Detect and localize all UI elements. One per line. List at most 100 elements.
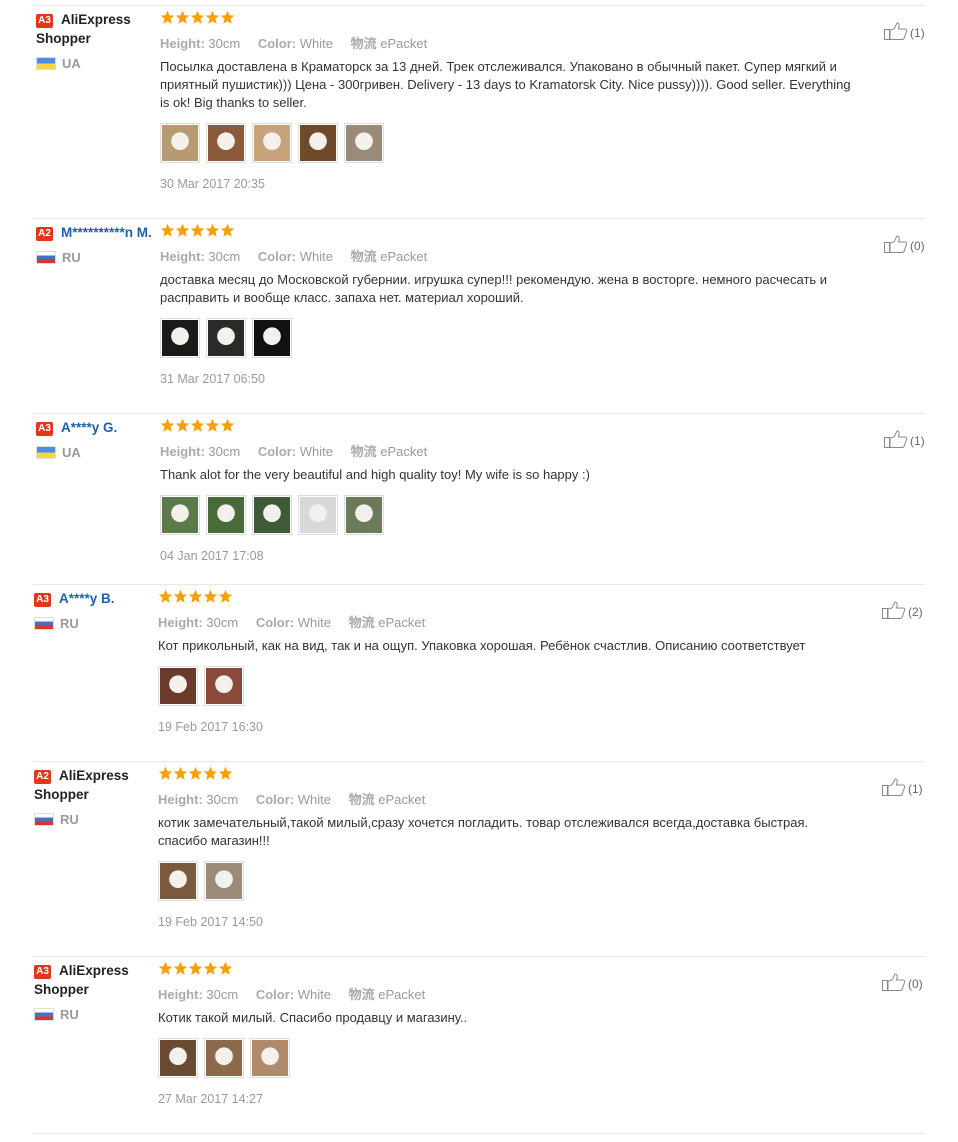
review-item: A2 AliExpress Shopper RU Height: 30cm Col…	[0, 766, 958, 957]
helpful-count: (1)	[908, 781, 923, 796]
review-date: 27 Mar 2017 14:27	[158, 1092, 263, 1106]
helpful-button[interactable]: (0)	[882, 973, 923, 994]
review-photo-thumbnail[interactable]	[252, 123, 292, 163]
helpful-count: (1)	[910, 433, 925, 448]
reviewer-name[interactable]: A3 AliExpress Shopper	[36, 10, 156, 48]
star-icon	[218, 961, 233, 977]
height-value: 30cm	[208, 36, 241, 51]
review-divider	[33, 584, 925, 585]
review-photo-thumbnail[interactable]	[160, 123, 200, 163]
review-photo-thumbnail[interactable]	[298, 495, 338, 535]
reviewer-info: A3 A****y B. RU	[34, 589, 154, 631]
star-icon	[203, 766, 218, 782]
review-photos	[160, 318, 860, 358]
review-photo-thumbnail[interactable]	[206, 123, 246, 163]
star-icon	[173, 961, 188, 977]
country-flag-icon	[36, 251, 56, 264]
reviewer-country: RU	[34, 616, 154, 631]
helpful-button[interactable]: (1)	[884, 430, 925, 451]
review-divider	[33, 218, 925, 219]
helpful-button[interactable]: (1)	[884, 22, 925, 43]
buyer-level-badge: A3	[36, 422, 53, 436]
helpful-button[interactable]: (1)	[882, 778, 923, 799]
review-photo-thumbnail[interactable]	[252, 318, 292, 358]
color-value: White	[299, 444, 333, 459]
height-value: 30cm	[206, 987, 239, 1002]
star-rating	[160, 418, 860, 434]
review-photo-thumbnail[interactable]	[158, 861, 198, 901]
star-icon	[188, 961, 203, 977]
reviewer-name-text: M**********n M.	[61, 225, 152, 240]
star-icon	[160, 10, 175, 26]
shipping-label: 物流	[350, 249, 377, 264]
reviewer-name[interactable]: A3 A****y G.	[36, 418, 156, 437]
review-photo-thumbnail[interactable]	[250, 1038, 290, 1078]
review-photos	[158, 1038, 858, 1078]
reviewer-name[interactable]: A3 AliExpress Shopper	[34, 961, 154, 999]
review-photo-thumbnail[interactable]	[252, 495, 292, 535]
thumbs-up-icon	[884, 235, 910, 256]
shipping-value: ePacket	[378, 792, 426, 807]
review-item: A3 AliExpress Shopper RU Height: 30cm Col…	[0, 961, 958, 1134]
reviewer-info: A2 AliExpress Shopper RU	[34, 766, 154, 827]
helpful-button[interactable]: (2)	[882, 601, 923, 622]
star-icon	[220, 223, 235, 239]
shipping-value: ePacket	[380, 36, 428, 51]
review-text: Thank alot for the very beautiful and hi…	[160, 467, 590, 482]
thumbs-up-icon	[882, 778, 908, 799]
review-photo-thumbnail[interactable]	[158, 1038, 198, 1078]
country-code: RU	[60, 1007, 79, 1022]
star-icon	[188, 589, 203, 605]
star-icon	[188, 766, 203, 782]
reviewer-name[interactable]: A2 AliExpress Shopper	[34, 766, 154, 804]
review-photo-thumbnail[interactable]	[206, 318, 246, 358]
star-icon	[158, 589, 173, 605]
shipping-value: ePacket	[378, 615, 426, 630]
review-photo-thumbnail[interactable]	[160, 495, 200, 535]
reviewer-country: RU	[34, 1007, 154, 1022]
star-icon	[218, 589, 233, 605]
review-photo-thumbnail[interactable]	[298, 123, 338, 163]
country-code: UA	[62, 56, 81, 71]
review-photo-thumbnail[interactable]	[160, 318, 200, 358]
shipping-label: 物流	[350, 36, 377, 51]
color-label: Color:	[257, 444, 297, 459]
review-photos	[158, 666, 858, 706]
reviewer-info: A3 AliExpress Shopper UA	[36, 10, 156, 71]
review-photo-thumbnail[interactable]	[206, 495, 246, 535]
review-photo-thumbnail[interactable]	[344, 495, 384, 535]
star-icon	[190, 10, 205, 26]
reviewer-info: A3 AliExpress Shopper RU	[34, 961, 154, 1022]
star-icon	[205, 223, 220, 239]
order-attributes: Height: 30cm Color: White 物流 ePacket	[160, 33, 860, 51]
buyer-level-badge: A3	[34, 965, 51, 979]
buyer-level-badge: A2	[36, 227, 53, 241]
reviewer-name-text: A****y G.	[61, 420, 118, 435]
star-rating	[160, 223, 860, 239]
country-code: RU	[60, 616, 79, 631]
color-label: Color:	[255, 615, 295, 630]
review-photo-thumbnail[interactable]	[344, 123, 384, 163]
shipping-value: ePacket	[380, 249, 428, 264]
review-divider	[33, 761, 925, 762]
review-date: 04 Jan 2017 17:08	[160, 549, 264, 563]
review-content: Height: 30cm Color: White 物流 ePacket Пос…	[160, 10, 860, 191]
reviewer-name[interactable]: A3 A****y B.	[34, 589, 154, 608]
star-icon	[205, 418, 220, 434]
review-text: Котик такой милый. Спасибо продавцу и ма…	[158, 1010, 468, 1025]
review-photo-thumbnail[interactable]	[158, 666, 198, 706]
star-rating	[158, 589, 858, 605]
shipping-label: 物流	[348, 792, 375, 807]
review-photo-thumbnail[interactable]	[204, 861, 244, 901]
shipping-value: ePacket	[380, 444, 428, 459]
reviewer-name[interactable]: A2 M**********n M.	[36, 223, 156, 242]
height-label: Height:	[160, 249, 205, 264]
helpful-count: (2)	[908, 604, 923, 619]
review-text: котик замечательный,такой милый,сразу хо…	[158, 815, 809, 848]
color-value: White	[299, 249, 333, 264]
review-content: Height: 30cm Color: White 物流 ePacket дос…	[160, 223, 860, 386]
review-photo-thumbnail[interactable]	[204, 666, 244, 706]
review-photo-thumbnail[interactable]	[204, 1038, 244, 1078]
top-divider	[33, 5, 925, 6]
helpful-button[interactable]: (0)	[884, 235, 925, 256]
